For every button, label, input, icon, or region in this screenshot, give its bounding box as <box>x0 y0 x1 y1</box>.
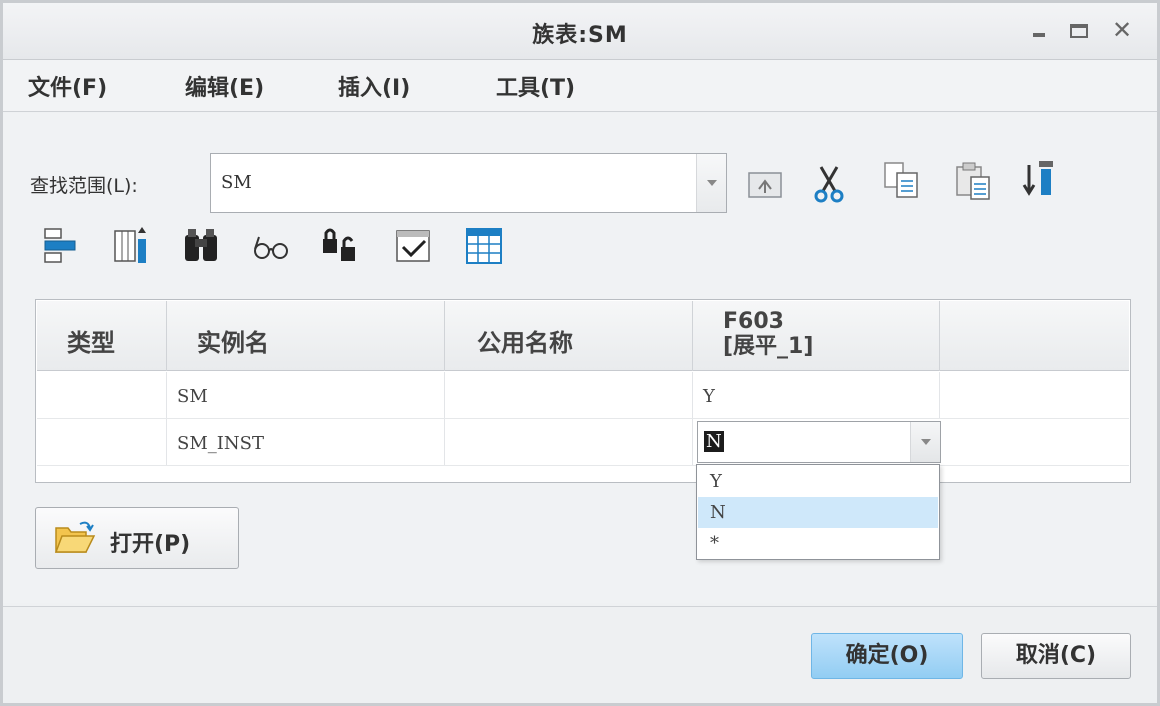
look-in-value: SM <box>221 172 252 193</box>
cancel-button[interactable]: 取消(C) <box>981 633 1131 679</box>
close-button[interactable]: ✕ <box>1107 15 1137 45</box>
open-button-label: 打开(P) <box>110 532 191 557</box>
cell-type[interactable] <box>37 419 167 465</box>
open-folder-icon <box>54 518 96 558</box>
dropdown-option-y[interactable]: Y <box>698 466 938 497</box>
find-icon[interactable] <box>181 225 223 267</box>
column-header-f603[interactable]: F603 [展平_1] <box>693 301 940 371</box>
table-row[interactable]: SM Y <box>37 372 1129 419</box>
folder-up-icon[interactable] <box>745 163 787 205</box>
header-label: 类型 <box>67 329 115 357</box>
title-bar: 族表:SM ✕ <box>3 3 1157 60</box>
column-header-common-name[interactable]: 公用名称 <box>445 301 693 371</box>
paste-icon[interactable] <box>953 159 995 201</box>
f603-value-combobox[interactable]: N <box>697 421 941 463</box>
maximize-button[interactable] <box>1065 15 1095 45</box>
header-label: 公用名称 <box>477 329 573 357</box>
option-label: * <box>710 533 719 554</box>
look-in-label: 查找范围(L): <box>30 175 138 197</box>
family-table: 类型 实例名 公用名称 F603 [展平_1] SM Y SM_INST N <box>35 299 1131 483</box>
menu-edit[interactable]: 编辑(E) <box>185 70 264 102</box>
option-label: Y <box>710 471 722 492</box>
maximize-icon <box>1070 24 1088 38</box>
window-title: 族表:SM <box>532 23 628 48</box>
table-icon[interactable] <box>463 225 505 267</box>
combobox-value: N <box>704 431 724 452</box>
insert-column-icon[interactable] <box>111 225 153 267</box>
menu-bar: 文件(F) 编辑(E) 插入(I) 工具(T) <box>3 60 1157 112</box>
menu-file[interactable]: 文件(F) <box>28 70 107 102</box>
menu-tools[interactable]: 工具(T) <box>496 70 575 102</box>
cell-type[interactable] <box>37 372 167 418</box>
header-label: F603 [展平_1] <box>723 309 813 359</box>
minimize-icon <box>1033 33 1045 37</box>
open-button[interactable]: 打开(P) <box>35 507 239 569</box>
dropdown-option-n[interactable]: N <box>698 497 938 528</box>
cell-text: SM_INST <box>177 433 264 454</box>
lock-icon[interactable] <box>321 225 363 267</box>
column-header-type[interactable]: 类型 <box>37 301 167 371</box>
chevron-down-icon[interactable] <box>696 154 726 212</box>
column-header-instance[interactable]: 实例名 <box>167 301 445 371</box>
chevron-down-icon[interactable] <box>910 422 940 462</box>
family-table-dialog: 族表:SM ✕ 文件(F) 编辑(E) 插入(I) 工具(T) 查找范围(L):… <box>0 0 1160 706</box>
header-label-line1: F603 <box>723 309 784 334</box>
look-in-combobox[interactable]: SM <box>210 153 727 213</box>
preview-icon[interactable] <box>251 225 293 267</box>
dialog-footer: 确定(O) 取消(C) <box>3 606 1157 703</box>
insert-row-icon[interactable] <box>41 225 83 267</box>
table-row[interactable]: SM_INST N <box>37 419 1129 466</box>
header-label: 实例名 <box>197 329 269 357</box>
ok-button[interactable]: 确定(O) <box>811 633 963 679</box>
minimize-button[interactable] <box>1025 15 1055 45</box>
menu-insert[interactable]: 插入(I) <box>338 70 410 102</box>
table-header: 类型 实例名 公用名称 F603 [展平_1] <box>37 301 1129 371</box>
sort-icon[interactable] <box>1019 157 1061 199</box>
f603-dropdown-list: Y N * <box>696 464 940 560</box>
cell-instance[interactable]: SM <box>167 372 445 418</box>
cell-f603[interactable]: Y <box>693 372 940 418</box>
verify-icon[interactable] <box>393 225 435 267</box>
dropdown-option-star[interactable]: * <box>698 528 938 559</box>
cell-text: SM <box>177 386 208 407</box>
close-icon: ✕ <box>1111 16 1133 44</box>
cell-common-name[interactable] <box>445 419 693 465</box>
header-label-line2: [展平_1] <box>723 334 814 359</box>
cut-icon[interactable] <box>809 163 851 205</box>
cell-common-name[interactable] <box>445 372 693 418</box>
cell-instance[interactable]: SM_INST <box>167 419 445 465</box>
copy-icon[interactable] <box>881 159 923 201</box>
cell-text: Y <box>703 386 715 407</box>
option-label: N <box>710 502 726 523</box>
